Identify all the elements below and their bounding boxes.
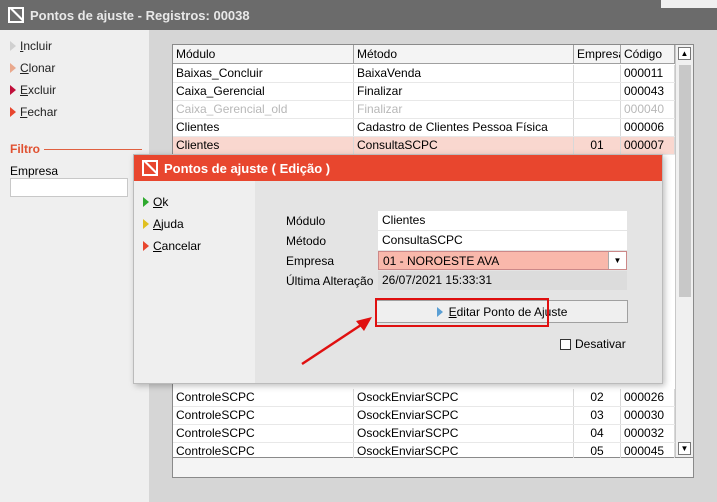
chevron-down-icon[interactable]: ▼	[608, 252, 626, 269]
delete-button[interactable]: Excluir	[10, 81, 56, 99]
ultima-alteracao-value: 26/07/2021 15:33:31	[378, 271, 627, 290]
header-metodo[interactable]: Método	[354, 45, 574, 63]
window-titlebar: Pontos de ajuste - Registros: 00038	[0, 0, 717, 30]
grid-vertical-scrollbar[interactable]: ▲ ▼	[675, 45, 693, 457]
scroll-thumb[interactable]	[679, 65, 691, 297]
modulo-field[interactable]: Clientes	[378, 211, 627, 230]
empresa-select[interactable]: 01 - NOROESTE AVA ▼	[378, 251, 627, 270]
ultima-alteracao-label: Última Alteração	[286, 274, 374, 288]
sidebar: Incluir Clonar Excluir Fechar Filtro Emp…	[0, 30, 149, 502]
edit-dialog: Pontos de ajuste ( Edição ) Ok Ajuda Can…	[133, 154, 663, 384]
header-codigo[interactable]: Código	[621, 45, 675, 63]
table-row[interactable]: ControleSCPC OsockEnviarSCPC 02 000026	[173, 389, 675, 407]
annotation-highlight-box	[375, 298, 549, 327]
table-row[interactable]: ControleSCPC OsockEnviarSCPC 03 000030	[173, 407, 675, 425]
desativar-checkbox[interactable]	[560, 338, 571, 350]
scroll-down-icon[interactable]: ▼	[678, 442, 691, 455]
empresa-select-value: 01 - NOROESTE AVA	[383, 254, 500, 268]
scroll-up-icon[interactable]: ▲	[678, 47, 691, 60]
dialog-title: Pontos de ajuste ( Edição )	[164, 160, 331, 176]
table-row[interactable]: Baixas_Concluir BaixaVenda 000011	[173, 65, 675, 83]
metodo-label: Método	[286, 234, 327, 248]
empresa-label: Empresa	[286, 254, 335, 268]
table-row[interactable]: ControleSCPC OsockEnviarSCPC 04 000032	[173, 425, 675, 443]
ok-arrow-icon	[143, 197, 149, 207]
table-row[interactable]: Caixa_Gerencial Finalizar 000043	[173, 83, 675, 101]
table-row[interactable]: Clientes Cadastro de Clientes Pessoa Fís…	[173, 119, 675, 137]
header-modulo[interactable]: Módulo	[173, 45, 354, 63]
close-button[interactable]: Fechar	[10, 103, 57, 121]
header-empresa[interactable]: Empresa	[574, 45, 621, 63]
filter-section-title: Filtro	[10, 142, 142, 156]
table-row-selected[interactable]: Clientes ConsultaSCPC 01 000007	[173, 137, 675, 155]
include-button[interactable]: Incluir	[10, 37, 52, 55]
close-arrow-icon	[10, 107, 16, 117]
dialog-logo-icon	[142, 160, 158, 176]
cancel-button[interactable]: Cancelar	[143, 237, 201, 255]
grid-header: Módulo Método Empresa Código	[173, 45, 675, 64]
include-arrow-icon	[10, 41, 16, 51]
cancel-arrow-icon	[143, 241, 149, 251]
help-arrow-icon	[143, 219, 149, 229]
dialog-sidebar: Ok Ajuda Cancelar	[134, 181, 255, 383]
desativar-checkbox-row[interactable]: Desativar	[560, 337, 626, 351]
filter-empresa-label: Empresa	[10, 164, 59, 178]
modulo-label: Módulo	[286, 214, 326, 228]
desativar-label: Desativar	[575, 337, 626, 351]
metodo-field[interactable]: ConsultaSCPC	[378, 231, 627, 250]
ok-button[interactable]: Ok	[143, 193, 168, 211]
dialog-titlebar: Pontos de ajuste ( Edição )	[134, 155, 662, 181]
filter-empresa-input[interactable]	[10, 178, 128, 197]
help-button[interactable]: Ajuda	[143, 215, 184, 233]
delete-arrow-icon	[10, 85, 16, 95]
clone-button[interactable]: Clonar	[10, 59, 55, 77]
app-logo-icon	[8, 7, 24, 23]
window-title: Pontos de ajuste - Registros: 00038	[30, 7, 250, 23]
grid-footer	[172, 458, 694, 478]
clone-arrow-icon	[10, 63, 16, 73]
table-row[interactable]: Caixa_Gerencial_old Finalizar 000040	[173, 101, 675, 119]
